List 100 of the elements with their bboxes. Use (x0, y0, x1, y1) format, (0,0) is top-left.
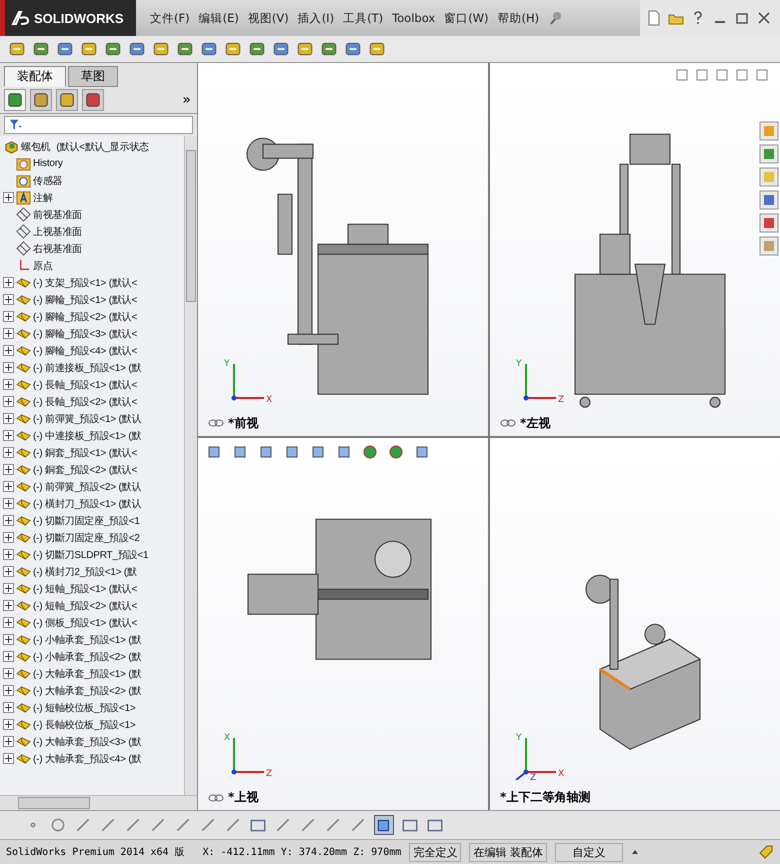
view-tool-icon[interactable] (310, 444, 326, 460)
sketch-tool-icon[interactable] (124, 816, 142, 834)
task-pane-icon[interactable] (758, 236, 780, 256)
tree-item[interactable]: (-) 橫封刀2_預設<1> (默 (33, 564, 137, 578)
units-selector[interactable]: 自定义 (554, 842, 623, 862)
expand-toggle[interactable] (3, 668, 14, 679)
tree-item[interactable]: 原点 (33, 258, 53, 272)
expand-toggle[interactable] (3, 736, 14, 747)
tree-item[interactable]: (-) 銅套_預設<1> (默认< (33, 446, 138, 460)
expand-toggle[interactable] (3, 583, 14, 594)
tree-item[interactable]: (-) 短軸校位板_預設<1> (33, 700, 136, 714)
expand-toggle[interactable] (3, 702, 14, 713)
expand-toggle[interactable] (3, 566, 14, 577)
viewport-control-icon[interactable] (676, 69, 688, 81)
menu-item[interactable]: 工具(T) (343, 10, 384, 26)
sketch-tool-icon[interactable] (99, 816, 117, 834)
task-pane-icon[interactable] (758, 213, 780, 233)
expand-toggle[interactable] (3, 753, 14, 764)
menu-item[interactable]: 文件(F) (150, 10, 190, 26)
menu-item[interactable]: 窗口(W) (444, 10, 489, 26)
toolbar-icon[interactable] (80, 40, 98, 58)
panel-tab[interactable]: 草图 (68, 66, 118, 87)
close-icon[interactable] (756, 10, 772, 26)
tree-item[interactable]: History (33, 158, 63, 169)
expand-toggle[interactable] (3, 532, 14, 543)
tree-item[interactable]: 传感器 (33, 174, 62, 188)
tree-item[interactable]: (-) 切斷刀固定座_預設<2 (33, 530, 140, 544)
caret-icon[interactable] (630, 848, 639, 856)
viewport-control-icon[interactable] (736, 69, 748, 81)
expand-toggle[interactable] (3, 345, 14, 356)
toolbar-icon[interactable] (200, 40, 218, 58)
tree-item[interactable]: (-) 短軸_預設<1> (默认< (33, 582, 138, 596)
vertical-scrollbar[interactable] (184, 136, 197, 795)
new-document-icon[interactable] (646, 10, 662, 26)
sketch-tool-icon[interactable] (349, 816, 367, 834)
expand-toggle[interactable] (3, 192, 14, 203)
toolbar-icon[interactable] (128, 40, 146, 58)
toolbar-icon[interactable] (344, 40, 362, 58)
tree-item[interactable]: (-) 前連接板_預設<1> (默 (33, 360, 142, 374)
task-pane-icon[interactable] (758, 190, 780, 210)
expand-toggle[interactable] (3, 430, 14, 441)
toolbar-icon[interactable] (32, 40, 50, 58)
expand-toggle[interactable] (3, 413, 14, 424)
task-pane-icon[interactable] (758, 121, 780, 141)
view-tool-icon[interactable] (206, 444, 222, 460)
expand-toggle[interactable] (3, 549, 14, 560)
expand-toggle[interactable] (3, 719, 14, 730)
manager-tab-icon[interactable] (4, 89, 26, 111)
tree-item[interactable]: (-) 切斷刀固定座_預設<1 (33, 514, 140, 528)
tag-icon[interactable] (758, 844, 774, 860)
tree-item[interactable]: (-) 腳輪_預設<4> (默认< (33, 344, 138, 358)
view-tool-icon[interactable] (414, 444, 430, 460)
toolbar-icon[interactable] (320, 40, 338, 58)
expand-toggle[interactable] (3, 634, 14, 645)
toolbar-icon[interactable] (368, 40, 386, 58)
sketch-tool-icon[interactable] (299, 816, 317, 834)
tree-item[interactable]: (-) 短軸_預設<2> (默认< (33, 598, 138, 612)
menu-item[interactable]: 视图(V) (248, 10, 289, 26)
filter-field[interactable] (4, 116, 193, 134)
tree-item[interactable]: (-) 大軸承套_預設<4> (默 (33, 752, 142, 766)
tree-item[interactable]: (-) 長軸校位板_預設<1> (33, 718, 136, 732)
sketch-tool-icon[interactable] (174, 816, 192, 834)
manager-tab-icon[interactable] (30, 89, 52, 111)
sketch-tool-icon[interactable] (49, 816, 67, 834)
expand-toggle[interactable] (3, 277, 14, 288)
tree-item[interactable]: (-) 前彈簧_預設<1> (默认 (33, 412, 142, 426)
viewport-control-icon[interactable] (756, 69, 768, 81)
tree-item[interactable]: (-) 切斷刀SLDPRT_預設<1 (33, 548, 148, 562)
view-tool-icon[interactable] (388, 444, 404, 460)
sketch-tool-icon[interactable] (74, 816, 92, 834)
toolbar-icon[interactable] (296, 40, 314, 58)
more-tabs[interactable]: » (182, 92, 191, 108)
tree-item[interactable]: (-) 長軸_預設<1> (默认< (33, 378, 138, 392)
toolbar-icon[interactable] (176, 40, 194, 58)
toolbar-icon[interactable] (152, 40, 170, 58)
view-tool-icon[interactable] (336, 444, 352, 460)
menu-item[interactable]: 编辑(E) (198, 10, 239, 26)
tree-item[interactable]: (-) 腳輪_預設<3> (默认< (33, 326, 138, 340)
tree-item[interactable]: (-) 腳輪_預設<2> (默认< (33, 310, 138, 324)
expand-toggle[interactable] (3, 481, 14, 492)
expand-toggle[interactable] (3, 515, 14, 526)
expand-toggle[interactable] (3, 362, 14, 373)
manager-tab-icon[interactable] (82, 89, 104, 111)
tree-item[interactable]: (-) 小軸承套_預設<1> (默 (33, 632, 142, 646)
view-tool-icon[interactable] (258, 444, 274, 460)
tree-item[interactable]: (-) 側板_預設<1> (默认< (33, 616, 138, 630)
tree-item[interactable]: 上视基准面 (33, 224, 82, 238)
expand-toggle[interactable] (3, 311, 14, 322)
tree-item[interactable]: 前视基准面 (33, 208, 82, 222)
viewport-control-icon[interactable] (696, 69, 708, 81)
tree-item[interactable]: (-) 小軸承套_預設<2> (默 (33, 650, 142, 664)
menu-item[interactable]: 插入(I) (298, 10, 334, 26)
expand-toggle[interactable] (3, 498, 14, 509)
tree-item[interactable]: 注解 (33, 190, 53, 204)
tree-item[interactable]: 右视基准面 (33, 242, 82, 256)
tree-item[interactable]: (-) 支架_預設<1> (默认< (33, 276, 138, 290)
sketch-tool-icon[interactable] (224, 816, 242, 834)
tree-item[interactable]: (-) 大軸承套_預設<2> (默 (33, 684, 142, 698)
tree-item[interactable]: (-) 橫封刀_預設<1> (默认 (33, 496, 142, 510)
view-tool-icon[interactable] (284, 444, 300, 460)
